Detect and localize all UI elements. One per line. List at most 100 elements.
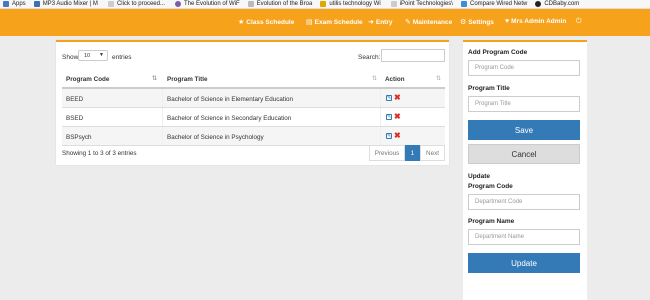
bookmark-label: Click to proceed... [116, 1, 165, 7]
program-title-cell: Bachelor of Science in Psychology [167, 134, 264, 141]
user-icon: ♥ [505, 18, 510, 25]
gear-icon: ⚙ [460, 19, 467, 26]
bookmark-item[interactable]: CDBaby.com [535, 1, 579, 7]
update-program-code-label: Program Code [468, 183, 513, 190]
nav-class-schedule[interactable]: ★ Class Schedule [238, 18, 295, 27]
top-navbar: ★ Class Schedule ▤ Exam Schedule ➜ Entry ✎ M… [0, 9, 650, 36]
column-divider [380, 89, 381, 107]
bookmark-item[interactable]: MP3 Audio Mixer | M [33, 1, 98, 7]
column-divider [162, 127, 163, 145]
bookmark-label: The Evolution of WiF [183, 1, 240, 7]
update-department-name-input[interactable]: Department Name [468, 229, 580, 245]
column-header-program-code[interactable]: Program Code [66, 76, 109, 83]
bookmark-icon [320, 1, 327, 7]
page-size-select[interactable]: 10 ▼ [78, 50, 108, 61]
pagination-page-1[interactable]: 1 [405, 145, 420, 161]
page-icon [107, 1, 114, 7]
program-table: Program Code ⇅ Program Title ⇅ Action ⇅ … [62, 69, 445, 146]
program-name-label: Program Name [468, 218, 515, 225]
pagination-next[interactable]: Next [420, 145, 445, 161]
bookmark-item[interactable]: Evolution of the Broa [247, 1, 313, 7]
update-button[interactable]: Update [468, 253, 580, 273]
table-row: BSPsych Bachelor of Science in Psycholog… [62, 127, 445, 146]
bookmark-apps[interactable]: Apps [3, 1, 26, 7]
table-row: BSED Bachelor of Science in Secondary Ed… [62, 108, 445, 127]
bookmark-item[interactable]: iPoint Technologies\ [390, 1, 453, 7]
bookmark-item[interactable]: Click to proceed... [107, 1, 165, 7]
column-divider [380, 127, 381, 145]
bookmark-icon [33, 1, 40, 7]
pagination-previous[interactable]: Previous [369, 145, 405, 161]
nav-settings[interactable]: ⚙ Settings [460, 18, 494, 27]
bookmark-icon [460, 1, 467, 7]
chevron-down-icon: ▼ [99, 52, 104, 58]
bookmark-label: Compare Wired Netw [469, 1, 528, 7]
search-input[interactable] [381, 49, 445, 62]
entry-icon: ➜ [368, 19, 374, 26]
program-code-cell: BEED [66, 96, 84, 103]
bookmark-label: Evolution of the Broa [256, 1, 313, 7]
program-list-panel: Show 10 ▼ entries Search: Program Code ⇅… [56, 40, 449, 165]
bookmark-label: MP3 Audio Mixer | M [42, 1, 98, 7]
page-icon [390, 1, 397, 7]
delete-icon[interactable]: ✖ [394, 93, 401, 102]
nav-label: Settings [468, 18, 494, 26]
program-title-cell: Bachelor of Science in Secondary Educati… [167, 115, 292, 122]
program-code-cell: BSPsych [66, 134, 92, 141]
edit-icon[interactable]: ✎ [386, 95, 392, 101]
apps-icon [3, 1, 9, 7]
column-divider [162, 89, 163, 107]
bookmark-item[interactable]: utilis technology Wi [320, 1, 381, 7]
column-divider [162, 108, 163, 126]
sort-asc-icon[interactable]: ⇅ [152, 75, 157, 82]
wrench-icon: ✎ [405, 19, 411, 26]
cancel-button[interactable]: Cancel [468, 144, 580, 164]
nav-label: Maintenance [412, 18, 453, 26]
sort-icon[interactable]: ⇅ [372, 75, 377, 82]
list-icon: ▤ [306, 19, 313, 26]
add-program-code-label: Add Program Code [468, 49, 528, 56]
table-header-row: Program Code ⇅ Program Title ⇅ Action ⇅ [62, 69, 445, 89]
page-icon [247, 1, 254, 7]
star-icon: ★ [238, 19, 245, 26]
logout-button[interactable]: ⏻ [576, 18, 584, 26]
program-title-input[interactable]: Program Title [468, 96, 580, 112]
nav-maintenance[interactable]: ✎ Maintenance [405, 18, 453, 27]
nav-label: Exam Schedule [314, 18, 363, 26]
cdbaby-icon [535, 1, 542, 7]
delete-icon[interactable]: ✖ [394, 112, 401, 121]
column-divider [380, 108, 381, 126]
column-header-action[interactable]: Action [385, 76, 405, 83]
sort-icon[interactable]: ⇅ [436, 75, 441, 82]
program-title-label: Program Title [468, 85, 510, 92]
edit-icon[interactable]: ✎ [386, 114, 392, 120]
save-button[interactable]: Save [468, 120, 580, 140]
nav-user-menu[interactable]: ♥ Mrs Admin Admin [505, 18, 566, 25]
program-title-cell: Bachelor of Science in Elementary Educat… [167, 96, 294, 103]
table-info: Showing 1 to 3 of 3 entries [62, 150, 137, 157]
nav-label: Entry [375, 18, 393, 26]
program-form-panel: Add Program Code Program Code Program Ti… [463, 40, 587, 300]
bookmark-label: CDBaby.com [544, 1, 580, 7]
program-code-input[interactable]: Program Code [468, 60, 580, 76]
search-label: Search: [358, 54, 381, 61]
nav-entry[interactable]: ➜ Entry [368, 18, 393, 27]
update-heading: Update [468, 173, 491, 180]
nav-exam-schedule[interactable]: ▤ Exam Schedule [306, 18, 363, 27]
update-department-code-input[interactable]: Department Code [468, 194, 580, 210]
entries-label: entries [112, 54, 132, 61]
bookmark-icon [174, 1, 181, 7]
nav-label: Class Schedule [246, 18, 295, 26]
nav-label: Mrs Admin Admin [511, 18, 567, 25]
bookmark-item[interactable]: The Evolution of WiF [174, 1, 240, 7]
power-icon: ⏻ [576, 18, 582, 25]
bookmark-label: utilis technology Wi [329, 1, 381, 7]
column-header-program-title[interactable]: Program Title [167, 76, 207, 83]
bookmark-label: iPoint Technologies\ [399, 1, 453, 7]
delete-icon[interactable]: ✖ [394, 131, 401, 140]
edit-icon[interactable]: ✎ [386, 133, 392, 139]
program-code-cell: BSED [66, 115, 84, 122]
show-label: Show [62, 54, 79, 61]
bookmark-item[interactable]: Compare Wired Netw [460, 1, 528, 7]
bookmark-label: Apps [12, 1, 26, 7]
